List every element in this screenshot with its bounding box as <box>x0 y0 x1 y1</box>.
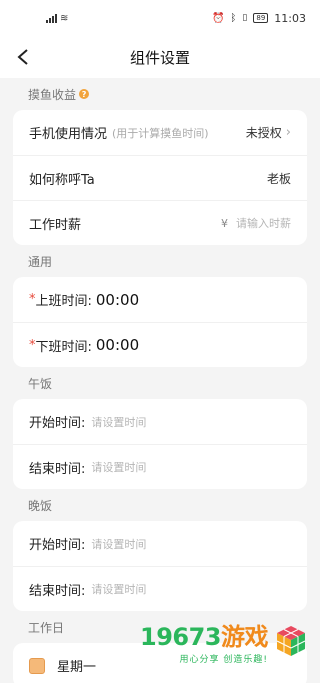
end-work-value: 00:00 <box>95 336 140 354</box>
section-general-label: 通用 <box>28 254 53 269</box>
signal-icon <box>46 13 57 23</box>
dinner-start-label: 开始时间: <box>29 538 86 553</box>
lunch-start-label: 开始时间: <box>29 416 86 431</box>
row-phone-usage[interactable]: 手机使用情况 (用于计算摸鱼时间) 未授权 › <box>13 110 307 155</box>
card-general: * 上班时间: 00:00 * 下班时间: 00:00 <box>13 277 307 367</box>
page-title: 组件设置 <box>129 48 190 67</box>
phone-usage-right: 未授权 › <box>246 124 291 141</box>
help-icon[interactable]: ? <box>79 89 90 99</box>
salary-input[interactable]: 请输入时薪 <box>236 215 291 231</box>
row-lunch-end[interactable]: 结束时间: 请设置时间 <box>13 444 307 489</box>
vibrate-icon: ▯ <box>242 13 248 23</box>
card-fishing: 手机使用情况 (用于计算摸鱼时间) 未授权 › 如何称呼Ta 老板 工作时薪 ¥… <box>13 110 307 245</box>
phone-usage-label: 手机使用情况 <box>29 127 108 142</box>
chevron-right-icon: › <box>285 125 291 140</box>
status-right: ⏰ ᛒ ▯ 89 11:03 <box>212 12 306 25</box>
salary-label: 工作时薪 <box>29 217 82 233</box>
status-time: 11:03 <box>274 11 306 25</box>
workday-checkbox[interactable] <box>29 657 45 674</box>
nav-bar: 组件设置 <box>0 36 320 78</box>
watermark-cn: 游戏 <box>221 623 269 651</box>
start-work-label: 上班时间: <box>35 294 92 309</box>
dinner-end-input[interactable]: 请设置时间 <box>91 581 146 597</box>
watermark-brand: 19673游戏 <box>140 617 269 652</box>
row-dinner-start[interactable]: 开始时间: 请设置时间 <box>13 521 307 566</box>
lunch-end-input[interactable]: 请设置时间 <box>91 459 146 475</box>
row-dinner-end[interactable]: 结束时间: 请设置时间 <box>13 566 307 611</box>
row-lunch-start[interactable]: 开始时间: 请设置时间 <box>13 399 307 444</box>
row-start-work[interactable]: * 上班时间: 00:00 <box>13 277 307 322</box>
start-work-value: 00:00 <box>95 290 140 309</box>
bluetooth-icon: ᛒ <box>230 12 237 24</box>
section-dinner-label: 晚饭 <box>28 498 53 513</box>
call-name-label: 如何称呼Ta <box>29 172 95 188</box>
watermark-text: 19673游戏 用心分享 创造乐趣! <box>140 617 269 665</box>
status-left: ≋ <box>46 13 68 24</box>
lunch-end-label: 结束时间: <box>29 461 86 477</box>
alarm-icon: ⏰ <box>211 12 225 24</box>
watermark-slogan: 用心分享 创造乐趣! <box>179 655 268 665</box>
section-fishing-label: 摸鱼收益 ? <box>0 78 320 110</box>
salary-right: ¥ 请输入时薪 <box>221 215 291 231</box>
back-button[interactable] <box>10 44 36 70</box>
call-name-value: 老板 <box>266 171 291 186</box>
salary-currency: ¥ <box>221 216 228 230</box>
dinner-end-label: 结束时间: <box>29 583 86 599</box>
dinner-start-input[interactable]: 请设置时间 <box>91 536 146 552</box>
phone-usage-value: 未授权 <box>245 126 282 140</box>
battery-icon: 89 <box>253 13 269 23</box>
watermark-digits: 19673 <box>140 623 222 651</box>
section-fishing-text: 摸鱼收益 <box>28 87 77 102</box>
row-end-work[interactable]: * 下班时间: 00:00 <box>13 322 307 367</box>
end-work-label: 下班时间: <box>35 339 92 355</box>
cube-logo-icon <box>276 626 306 656</box>
section-lunch-label: 午饭 <box>28 376 53 391</box>
wifi-icon: ≋ <box>60 12 69 24</box>
phone-usage-hint: (用于计算摸鱼时间) <box>112 126 209 140</box>
chevron-left-icon <box>17 49 28 65</box>
row-salary: 工作时薪 ¥ 请输入时薪 <box>13 200 307 245</box>
card-dinner: 开始时间: 请设置时间 结束时间: 请设置时间 <box>13 521 307 611</box>
status-bar: ≋ ⏰ ᛒ ▯ 89 11:03 <box>0 0 320 36</box>
workday-label: 星期一 <box>57 660 97 675</box>
watermark-logo: 19673游戏 用心分享 创造乐趣! <box>140 617 308 665</box>
lunch-start-input[interactable]: 请设置时间 <box>91 414 146 430</box>
row-call-name[interactable]: 如何称呼Ta 老板 <box>13 155 307 200</box>
card-lunch: 开始时间: 请设置时间 结束时间: 请设置时间 <box>13 399 307 489</box>
